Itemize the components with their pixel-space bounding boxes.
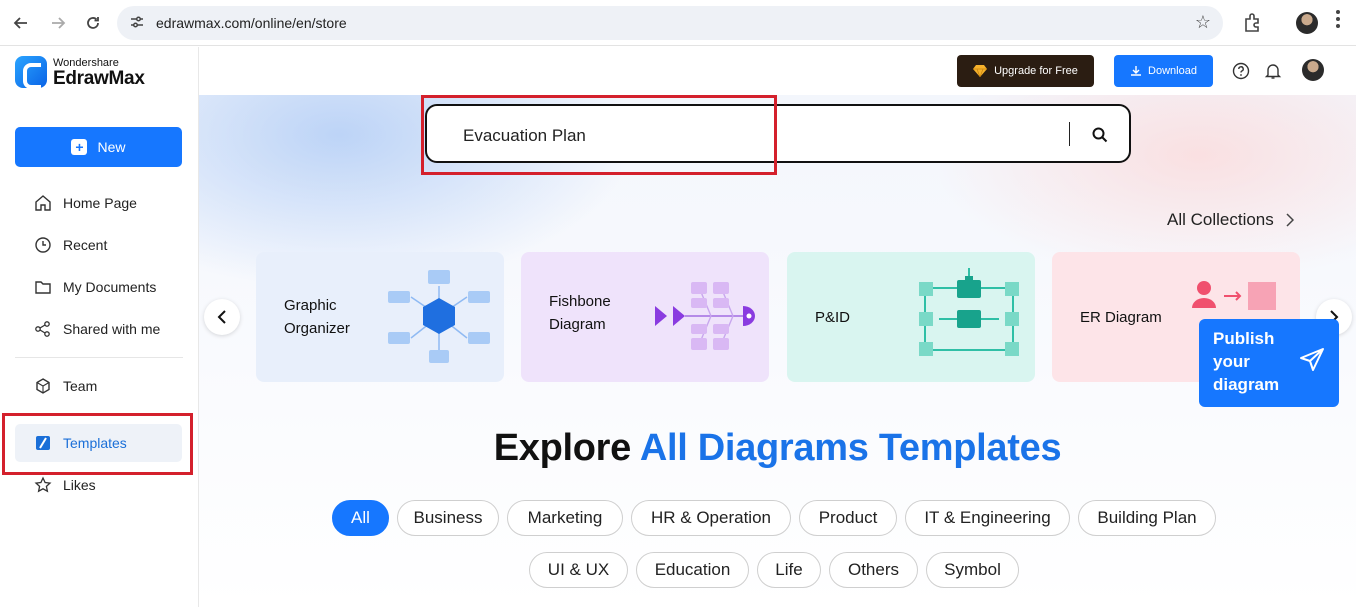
templates-highlight-box <box>2 413 193 475</box>
filter-chip-it-engineering[interactable]: IT & Engineering <box>905 500 1070 536</box>
card-title-line2: Organizer <box>284 320 350 337</box>
pid-illustration <box>919 268 1019 356</box>
sidebar-item-label: Shared with me <box>63 321 161 337</box>
plus-icon: + <box>71 139 88 155</box>
filter-chip-ui-ux[interactable]: UI & UX <box>529 552 628 588</box>
sidebar: Wondershare EdrawMax + New Home Page Rec… <box>0 47 199 607</box>
search-icon[interactable] <box>1091 126 1109 144</box>
download-label: Download <box>1148 65 1197 77</box>
browser-profile-avatar[interactable] <box>1296 12 1318 34</box>
download-button[interactable]: Download <box>1114 55 1213 87</box>
send-plane-icon <box>1300 348 1324 371</box>
home-icon <box>34 194 52 212</box>
bookmark-star-icon[interactable]: ☆ <box>1195 12 1211 33</box>
collection-card-fishbone[interactable]: Fishbone Diagram <box>521 252 769 382</box>
share-icon <box>34 320 52 338</box>
card-title-line2: Diagram <box>549 316 606 333</box>
filter-chip-hr-operation[interactable]: HR & Operation <box>631 500 791 536</box>
brand-name[interactable]: EdrawMax <box>53 68 145 90</box>
filter-chip-education[interactable]: Education <box>636 552 749 588</box>
star-icon <box>34 476 52 494</box>
explore-highlight: All Diagrams Templates <box>639 427 1062 469</box>
sidebar-item-home[interactable]: Home Page <box>15 184 182 222</box>
sidebar-item-label: Recent <box>63 237 108 253</box>
folder-icon <box>34 278 52 296</box>
forward-arrow-icon[interactable] <box>44 9 72 37</box>
upgrade-button[interactable]: Upgrade for Free <box>957 55 1094 87</box>
collection-card-pid[interactable]: P&ID <box>787 252 1035 382</box>
edrawmax-logo-icon[interactable] <box>15 56 47 89</box>
filter-chip-building-plan[interactable]: Building Plan <box>1078 500 1216 536</box>
sidebar-item-label: Team <box>63 378 98 394</box>
back-arrow-icon[interactable] <box>7 9 35 37</box>
sidebar-item-recent[interactable]: Recent <box>15 226 182 264</box>
extensions-icon[interactable] <box>1241 11 1265 35</box>
user-avatar[interactable] <box>1302 59 1324 81</box>
explore-prefix: Explore <box>493 427 632 469</box>
all-collections-link[interactable]: All Collections <box>1167 210 1294 230</box>
search-highlight-box <box>421 95 777 175</box>
reload-icon[interactable] <box>79 9 107 37</box>
address-bar[interactable]: edrawmax.com/online/en/store ☆ <box>117 6 1223 40</box>
search-separator <box>1069 122 1070 146</box>
filter-chip-life[interactable]: Life <box>757 552 821 588</box>
browser-toolbar: edrawmax.com/online/en/store ☆ <box>0 0 1356 46</box>
graphic-organizer-illustration <box>388 270 490 363</box>
new-button-label: New <box>97 139 126 155</box>
download-icon <box>1131 66 1142 76</box>
publish-diagram-button[interactable]: Publish your diagram <box>1199 319 1339 407</box>
sidebar-item-label: Likes <box>63 477 96 493</box>
all-collections-label: All Collections <box>1167 210 1274 229</box>
chevron-left-icon <box>217 310 226 324</box>
filter-chip-product[interactable]: Product <box>799 500 897 536</box>
url-text[interactable]: edrawmax.com/online/en/store <box>156 15 347 31</box>
card-title-line1: P&ID <box>815 309 851 326</box>
filter-chip-symbol[interactable]: Symbol <box>926 552 1019 588</box>
sidebar-divider <box>15 357 183 358</box>
app-header: Upgrade for Free Download <box>199 47 1356 95</box>
chevron-right-icon <box>1286 213 1294 227</box>
card-title-line1: Graphic <box>284 297 337 314</box>
new-button[interactable]: + New <box>15 127 182 167</box>
explore-heading: Explore All Diagrams Templates <box>199 427 1356 470</box>
team-cube-icon <box>34 377 52 395</box>
carousel-prev-button[interactable] <box>204 299 240 335</box>
sidebar-item-label: My Documents <box>63 279 157 295</box>
filter-chip-marketing[interactable]: Marketing <box>507 500 623 536</box>
site-settings-icon[interactable] <box>129 14 145 30</box>
sidebar-item-shared[interactable]: Shared with me <box>15 310 182 348</box>
diamond-icon <box>973 65 988 77</box>
sidebar-item-label: Home Page <box>63 195 137 211</box>
sidebar-item-my-documents[interactable]: My Documents <box>15 268 182 306</box>
publish-line3: diagram <box>1213 375 1280 394</box>
filter-chip-others[interactable]: Others <box>829 552 918 588</box>
help-icon[interactable] <box>1232 62 1250 80</box>
browser-menu-icon[interactable] <box>1336 10 1340 30</box>
clock-icon <box>34 236 52 254</box>
upgrade-label: Upgrade for Free <box>994 65 1078 77</box>
er-diagram-illustration <box>1192 281 1276 310</box>
filter-chip-business[interactable]: Business <box>397 500 499 536</box>
card-title-line1: Fishbone <box>549 293 611 310</box>
collection-card-graphic-organizer[interactable]: Graphic Organizer <box>256 252 504 382</box>
sidebar-item-team[interactable]: Team <box>15 367 182 405</box>
filter-chip-all[interactable]: All <box>332 500 389 536</box>
fishbone-illustration <box>655 282 755 350</box>
bell-icon[interactable] <box>1264 62 1282 80</box>
card-title-line1: ER Diagram <box>1080 309 1162 326</box>
